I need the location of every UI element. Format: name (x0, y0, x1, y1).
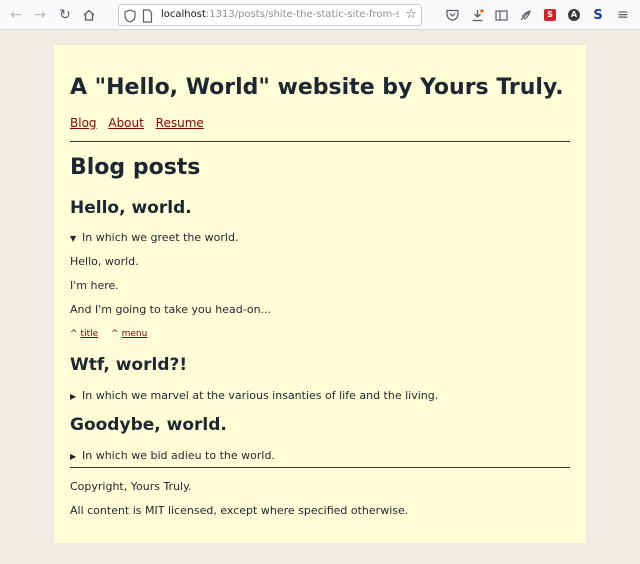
site-nav: Blog About Resume (70, 116, 212, 130)
shield-icon[interactable] (124, 8, 136, 27)
browser-toolbar: ← → ↻ localhost:1313/posts/shite-the-sta… (0, 0, 640, 30)
disclosure-closed-icon: ▶ (70, 392, 77, 401)
footer-license: All content is MIT licensed, except wher… (70, 504, 409, 517)
post-title: Wtf, world?! (70, 355, 188, 375)
footer-copyright: Copyright, Yours Truly. (70, 480, 192, 493)
page-heading: Blog posts (70, 155, 201, 180)
reader-view-icon[interactable] (491, 5, 511, 25)
post-body-line: Hello, world. (70, 255, 139, 268)
extension-s-blue-icon[interactable]: S (588, 5, 608, 25)
menu-icon[interactable]: ≡ (613, 5, 633, 25)
forward-icon[interactable]: → (30, 5, 50, 25)
header-divider (70, 141, 570, 142)
reload-icon[interactable]: ↻ (55, 5, 75, 25)
nav-link-blog[interactable]: Blog (70, 116, 97, 130)
post-summary-toggle[interactable]: ▶ In which we bid adieu to the world. (70, 449, 275, 462)
back-icon[interactable]: ← (6, 5, 26, 25)
bookmark-star-icon[interactable]: ☆ (405, 7, 417, 22)
footer-divider (70, 467, 570, 468)
link-to-menu[interactable]: menu (122, 329, 148, 339)
post-body-line: And I'm going to take you head-on... (70, 303, 272, 316)
page-icon[interactable] (142, 8, 153, 27)
link-to-title[interactable]: title (81, 329, 99, 339)
url-text[interactable]: localhost:1313/posts/shite-the-static-si… (161, 9, 399, 20)
address-bar[interactable]: localhost:1313/posts/shite-the-static-si… (118, 4, 422, 26)
extension-s-red-icon[interactable]: S (540, 5, 560, 25)
extension-feather-icon[interactable] (515, 5, 535, 25)
disclosure-closed-icon: ▶ (70, 452, 77, 461)
site-title: A "Hello, World" website by Yours Truly. (70, 75, 564, 100)
pocket-icon[interactable] (442, 5, 462, 25)
nav-link-resume[interactable]: Resume (156, 116, 204, 130)
page-container: A "Hello, World" website by Yours Truly.… (54, 45, 586, 543)
downloads-icon[interactable] (467, 5, 487, 25)
nav-link-about[interactable]: About (108, 116, 143, 130)
home-icon[interactable] (79, 5, 99, 25)
post-body-line: I'm here. (70, 279, 119, 292)
post-summary-toggle[interactable]: ▼ In which we greet the world. (70, 231, 238, 244)
post-summary-toggle[interactable]: ▶ In which we marvel at the various insan… (70, 389, 438, 402)
extension-a-icon[interactable]: A (564, 5, 584, 25)
post-title: Goodybe, world. (70, 415, 227, 435)
disclosure-open-icon: ▼ (70, 234, 77, 243)
post-title: Hello, world. (70, 198, 192, 218)
post-nav-links: ^ title ^ menu (70, 329, 148, 339)
